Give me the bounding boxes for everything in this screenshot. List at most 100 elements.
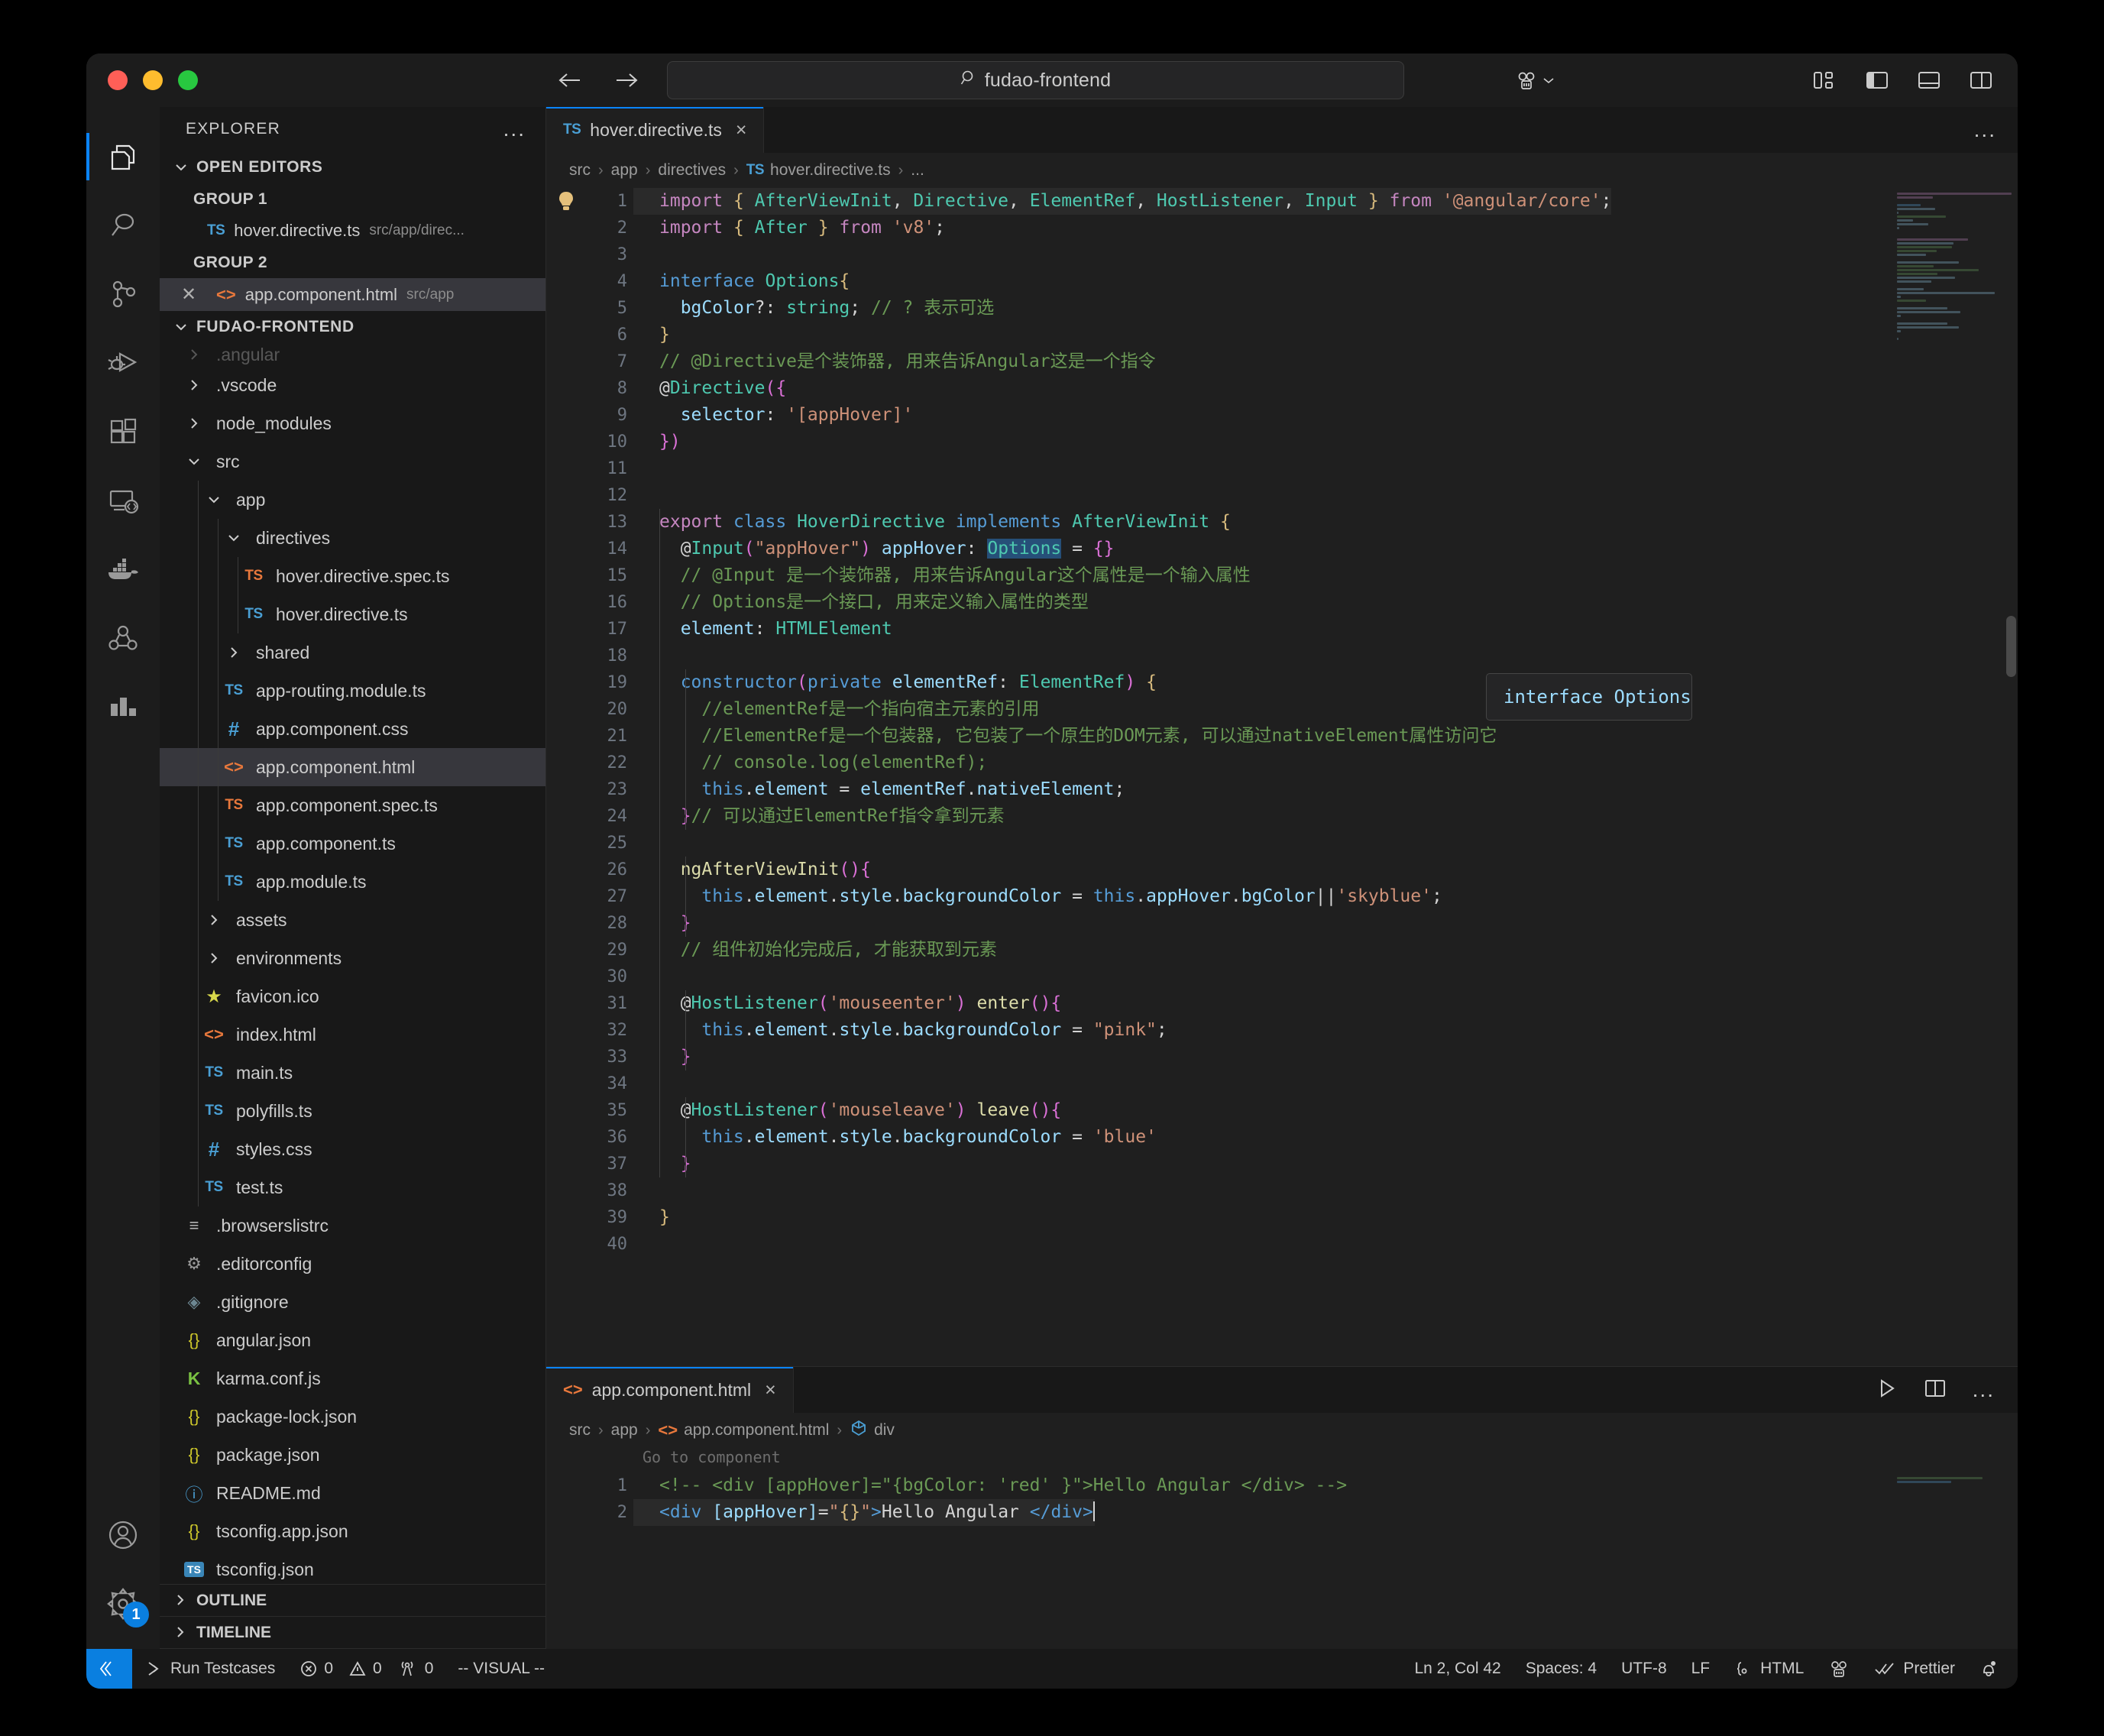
code-line[interactable]: 32 this.element.style.backgroundColor = …	[546, 1017, 2018, 1044]
editor-scrollbar[interactable]	[2004, 188, 2018, 1366]
scrollbar-thumb[interactable]	[2006, 616, 2016, 677]
status-indentation[interactable]: Spaces: 4	[1513, 1649, 1609, 1689]
remote-indicator-titlebar[interactable]	[1515, 70, 1555, 91]
code-line[interactable]: 30	[546, 964, 2018, 990]
close-icon[interactable]: ×	[736, 119, 747, 141]
tree-item-app-routing-module-ts[interactable]: TS app-routing.module.ts	[160, 672, 545, 711]
breadcrumb-item[interactable]: TS hover.directive.ts	[746, 161, 891, 180]
minimize-window-button[interactable]	[143, 70, 163, 90]
code-editor-bottom[interactable]: 1 <!-- <div [appHover]="{bgColor: 'red' }…	[546, 1472, 2018, 1649]
tree-item-tsconfig-app-json[interactable]: {} tsconfig.app.json	[160, 1512, 545, 1550]
code-line[interactable]: 21 //ElementRef是一个包装器, 它包装了一个原生的DOM元素, 可…	[546, 723, 2018, 750]
tree-item-karma-conf-js[interactable]: Kkarma.conf.js	[160, 1359, 545, 1398]
window-controls[interactable]	[86, 70, 198, 90]
tree-item-app[interactable]: app	[160, 481, 545, 520]
breadcrumb-item[interactable]: <> app.component.html	[658, 1420, 829, 1440]
code-line[interactable]: 31 @HostListener('mouseenter') enter(){	[546, 990, 2018, 1017]
breadcrumb-item[interactable]: src	[569, 1421, 591, 1440]
quick-search-input[interactable]: fudao-frontend	[667, 61, 1404, 99]
code-line[interactable]: 17 element: HTMLElement	[546, 616, 2018, 643]
code-line[interactable]: 23 this.element = elementRef.nativeEleme…	[546, 776, 2018, 803]
status-eol[interactable]: LF	[1679, 1649, 1723, 1689]
code-line[interactable]: 9 selector: '[appHover]'	[546, 402, 2018, 429]
status-problems[interactable]: 0 0	[287, 1649, 384, 1689]
more-actions-icon[interactable]: ...	[1973, 1378, 1995, 1400]
status-notifications[interactable]	[1967, 1649, 2018, 1689]
breadcrumb-item[interactable]: app	[611, 161, 638, 180]
tree-item-styles-css[interactable]: # styles.css	[160, 1130, 545, 1169]
remote-indicator-status[interactable]	[86, 1649, 132, 1689]
status-language-mode[interactable]: HTML	[1722, 1649, 1816, 1689]
code-line[interactable]: 35 @HostListener('mouseleave') leave(){	[546, 1097, 2018, 1124]
lightbulb-icon[interactable]	[546, 190, 586, 213]
tree-item-hover-directive-spec-ts[interactable]: TS hover.directive.spec.ts	[160, 557, 545, 596]
code-line[interactable]: 7 // @Directive是个装饰器, 用来告诉Angular这是一个指令	[546, 348, 2018, 375]
chevron-down-icon[interactable]	[1542, 76, 1555, 84]
sidebar-item-explorer[interactable]	[86, 122, 160, 191]
tree-item--vscode[interactable]: .vscode	[160, 366, 545, 404]
code-line[interactable]: 14 @Input("appHover") appHover: Options …	[546, 536, 2018, 562]
tree-item-index-html[interactable]: <> index.html	[160, 1015, 545, 1054]
status-remote-kit[interactable]	[1816, 1649, 1862, 1689]
account-icon[interactable]	[86, 1501, 160, 1569]
code-line[interactable]: 11	[546, 455, 2018, 482]
toggle-primary-sidebar-icon[interactable]	[1865, 69, 1891, 92]
chevron-down-icon[interactable]	[221, 530, 247, 546]
tree-item-src[interactable]: src	[160, 442, 545, 481]
tree-item--editorconfig[interactable]: ⚙ .editorconfig	[160, 1245, 545, 1283]
code-line[interactable]: 38	[546, 1177, 2018, 1204]
tree-item-app-module-ts[interactable]: TS app.module.ts	[160, 863, 545, 902]
open-editors-section-header[interactable]: OPEN EDITORS	[160, 151, 545, 184]
arrow-right-icon[interactable]	[613, 70, 640, 90]
code-line[interactable]: 26 ngAfterViewInit(){	[546, 857, 2018, 883]
code-line[interactable]: 27 this.element.style.backgroundColor = …	[546, 883, 2018, 910]
tree-item-app-component-spec-ts[interactable]: TS app.component.spec.ts	[160, 786, 545, 825]
tree-item-main-ts[interactable]: TS main.ts	[160, 1054, 545, 1093]
workspace-section-header[interactable]: FUDAO-FRONTEND	[160, 311, 545, 344]
tree-item-assets[interactable]: assets	[160, 901, 545, 940]
tree-item-app-component-html[interactable]: <> app.component.html	[160, 748, 545, 787]
code-line[interactable]: 3	[546, 241, 2018, 268]
code-line[interactable]: 25	[546, 830, 2018, 857]
sidebar-item-search[interactable]	[86, 191, 160, 260]
code-line[interactable]: 40	[546, 1231, 2018, 1258]
code-line[interactable]: 2 <div [appHover]="{}">Hello Angular </di…	[546, 1499, 2018, 1526]
code-line[interactable]: 37 }	[546, 1151, 2018, 1177]
code-line[interactable]: 22 // console.log(elementRef);	[546, 750, 2018, 776]
tree-item-app-component-css[interactable]: # app.component.css	[160, 710, 545, 749]
breadcrumb-item[interactable]: src	[569, 161, 591, 180]
open-editor-hover-directive-ts[interactable]: TS hover.directive.ts src/app/direc...	[160, 215, 545, 248]
sidebar-item-source-control[interactable]	[86, 260, 160, 329]
split-editor-icon[interactable]	[1924, 1378, 1947, 1403]
sidebar-item-docker[interactable]	[86, 535, 160, 604]
file-tree[interactable]: .angular .vscode node_modules src app directi…	[160, 343, 545, 1584]
code-line[interactable]: 8 @Directive({	[546, 375, 2018, 402]
code-line[interactable]: 10})	[546, 429, 2018, 455]
code-editor-top[interactable]: 1 import { AfterViewInit, Directive, Elem…	[546, 188, 2018, 1366]
sidebar-item-extensions[interactable]	[86, 397, 160, 466]
open-editor-app-component-html[interactable]: ✕ <> app.component.html src/app	[160, 278, 545, 311]
close-window-button[interactable]	[108, 70, 128, 90]
chevron-right-icon[interactable]	[181, 415, 207, 432]
editor-more-actions-icon[interactable]: ...	[1974, 107, 2018, 153]
chevron-right-icon[interactable]	[201, 912, 227, 928]
tree-item-angular-json[interactable]: {} angular.json	[160, 1321, 545, 1359]
tree-item-tsconfig-json[interactable]: TS tsconfig.json	[160, 1550, 545, 1584]
sidebar-item-test-explorer[interactable]	[86, 672, 160, 741]
code-line[interactable]: 19 constructor(private elementRef: Eleme…	[546, 669, 2018, 696]
tree-item-directives[interactable]: directives	[160, 519, 545, 558]
code-line[interactable]: 6}	[546, 322, 2018, 348]
outline-section-header[interactable]: OUTLINE	[160, 1585, 545, 1618]
code-line[interactable]: 1 <!-- <div [appHover]="{bgColor: 'red' }…	[546, 1472, 2018, 1499]
explorer-more-actions-icon[interactable]: ...	[503, 118, 526, 139]
tree-item-environments[interactable]: environments	[160, 939, 545, 978]
tree-item-hover-directive-ts[interactable]: TS hover.directive.ts	[160, 595, 545, 634]
chevron-down-icon[interactable]	[201, 491, 227, 508]
breadcrumb-item[interactable]: ...	[911, 161, 924, 180]
breadcrumb-item[interactable]: directives	[658, 161, 726, 180]
breadcrumb-item[interactable]: div	[850, 1419, 895, 1442]
toggle-secondary-sidebar-icon[interactable]	[1969, 69, 1995, 92]
code-line[interactable]: 33 }	[546, 1044, 2018, 1070]
breadcrumb-bottom[interactable]: src › app › <> app.component.html › div	[546, 1413, 2018, 1448]
code-line[interactable]: 28 }	[546, 910, 2018, 937]
